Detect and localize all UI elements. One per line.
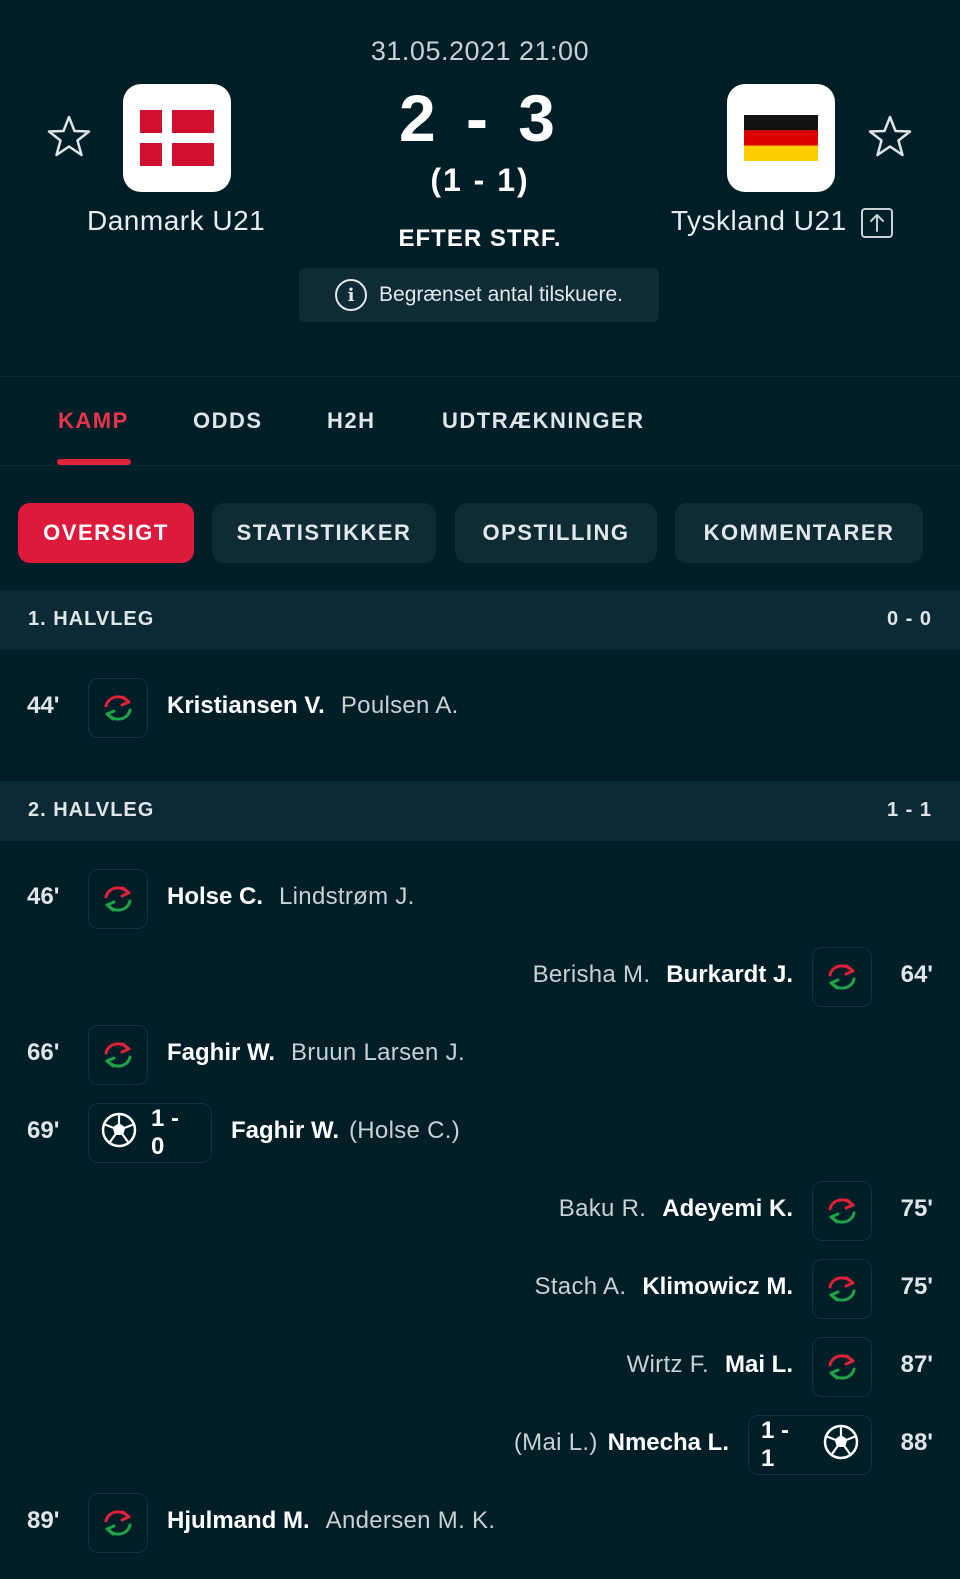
player-out[interactable]: Bruun Larsen J.: [291, 1039, 465, 1066]
substitution-icon: [812, 1259, 872, 1319]
info-icon: i: [335, 279, 368, 311]
away-team-logo[interactable]: [727, 84, 835, 192]
player-in[interactable]: Klimowicz M.: [642, 1273, 793, 1300]
event-minute: 75': [900, 1273, 933, 1300]
goal-assist[interactable]: (Mai L.): [514, 1429, 598, 1456]
substitution-icon: [812, 947, 872, 1007]
player-out[interactable]: Baku R.: [559, 1195, 646, 1222]
player-in[interactable]: Mai L.: [725, 1351, 793, 1378]
half-header-first: 1. HALVLEG 0 - 0: [0, 590, 960, 650]
player-in[interactable]: Faghir W.: [167, 1039, 275, 1066]
event-row: Baku R. Adeyemi K. 75': [0, 1180, 960, 1242]
tab-udtraekninger[interactable]: UDTRÆKNINGER: [442, 408, 645, 434]
substitution-icon: [88, 1025, 148, 1085]
goal-scorer[interactable]: Nmecha L.: [608, 1429, 729, 1456]
subtab-statistikker[interactable]: STATISTIKKER: [212, 503, 436, 563]
event-row: 89' Hjulmand M. Andersen M. K.: [0, 1492, 960, 1554]
event-row: Wirtz F. Mai L. 87': [0, 1336, 960, 1398]
player-out[interactable]: Poulsen A.: [341, 692, 459, 719]
goal-scorer[interactable]: Faghir W.: [231, 1117, 339, 1144]
half-header-second: 2. HALVLEG 1 - 1: [0, 781, 960, 841]
event-minute: 88': [900, 1429, 933, 1456]
event-row: 46' Holse C. Lindstrøm J.: [0, 868, 960, 930]
info-text: Begrænset antal tilskuere.: [379, 283, 623, 306]
event-minute: 46': [27, 883, 60, 910]
subtab-oversigt[interactable]: OVERSIGT: [18, 503, 194, 563]
event-players: Holse C. Lindstrøm J.: [167, 883, 415, 911]
substitution-icon: [88, 678, 148, 738]
half-score: 0 - 0: [886, 608, 932, 630]
player-in[interactable]: Hjulmand M.: [167, 1507, 310, 1534]
goal-assist[interactable]: (Holse C.): [349, 1117, 460, 1144]
event-minute: 75': [900, 1195, 933, 1222]
player-out[interactable]: Stach A.: [535, 1273, 627, 1300]
event-players: Baku R. Adeyemi K.: [559, 1195, 793, 1223]
player-in[interactable]: Kristiansen V.: [167, 692, 325, 719]
player-out[interactable]: Lindstrøm J.: [279, 883, 415, 910]
goal-score: 1 - 1: [761, 1417, 790, 1472]
player-out[interactable]: Andersen M. K.: [326, 1507, 496, 1534]
event-players: Stach A. Klimowicz M.: [535, 1273, 793, 1301]
substitution-icon: [88, 1493, 148, 1553]
event-minute: 64': [900, 961, 933, 988]
half-title: 1. HALVLEG: [28, 608, 155, 630]
player-out[interactable]: Berisha M.: [533, 961, 651, 988]
substitution-icon: [88, 869, 148, 929]
event-row: 69' 1 - 0 Faghir W. (Holse C.): [0, 1102, 960, 1164]
event-row: Stach A. Klimowicz M. 75': [0, 1258, 960, 1320]
favorite-away-star-icon[interactable]: [865, 112, 915, 162]
tab-kamp[interactable]: KAMP: [58, 408, 129, 434]
goal-badge: 1 - 1: [748, 1415, 872, 1475]
player-in[interactable]: Adeyemi K.: [662, 1195, 793, 1222]
half-title: 2. HALVLEG: [28, 799, 155, 821]
match-header: 31.05.2021 21:00 Danmark U21 2 - 3 (1 - …: [0, 0, 960, 376]
event-row: (Mai L.) Nmecha L. 1 - 1 88': [0, 1414, 960, 1476]
info-notice: i Begrænset antal tilskuere.: [299, 268, 659, 322]
tab-h2h[interactable]: H2H: [327, 408, 376, 434]
player-in[interactable]: Burkardt J.: [666, 961, 793, 988]
event-players: Hjulmand M. Andersen M. K.: [167, 1507, 495, 1535]
main-tabs: KAMP ODDS H2H UDTRÆKNINGER: [0, 376, 960, 466]
arrow-up-icon[interactable]: [861, 208, 893, 238]
match-datetime: 31.05.2021 21:00: [370, 36, 590, 66]
germany-flag-icon: [744, 115, 818, 161]
event-players: Wirtz F. Mai L.: [627, 1351, 793, 1379]
event-minute: 66': [27, 1039, 60, 1066]
tab-odds[interactable]: ODDS: [193, 408, 263, 434]
football-icon: [101, 1112, 137, 1155]
substitution-icon: [812, 1181, 872, 1241]
event-players: Faghir W. Bruun Larsen J.: [167, 1039, 465, 1067]
event-minute: 89': [27, 1507, 60, 1534]
event-row: Berisha M. Burkardt J. 64': [0, 946, 960, 1008]
event-minute: 69': [27, 1117, 60, 1144]
event-players: Kristiansen V. Poulsen A.: [167, 692, 459, 720]
goal-score: 1 - 0: [151, 1105, 180, 1160]
event-players: Faghir W. (Holse C.): [231, 1117, 460, 1145]
event-row: 44' Kristiansen V. Poulsen A.: [0, 677, 960, 739]
away-team-name[interactable]: Tyskland U21: [671, 205, 847, 237]
event-players: (Mai L.) Nmecha L.: [514, 1429, 729, 1457]
half-score: 1 - 1: [886, 799, 932, 821]
event-minute: 87': [900, 1351, 933, 1378]
active-tab-indicator: [57, 459, 131, 465]
player-in[interactable]: Holse C.: [167, 883, 263, 910]
goal-badge: 1 - 0: [88, 1103, 212, 1163]
event-minute: 44': [27, 692, 60, 719]
subtab-opstilling[interactable]: OPSTILLING: [455, 503, 657, 563]
event-row: 66' Faghir W. Bruun Larsen J.: [0, 1024, 960, 1086]
football-icon: [823, 1424, 859, 1467]
event-players: Berisha M. Burkardt J.: [533, 961, 793, 989]
player-out[interactable]: Wirtz F.: [627, 1351, 709, 1378]
substitution-icon: [812, 1337, 872, 1397]
subtab-kommentarer[interactable]: KOMMENTARER: [675, 503, 923, 563]
